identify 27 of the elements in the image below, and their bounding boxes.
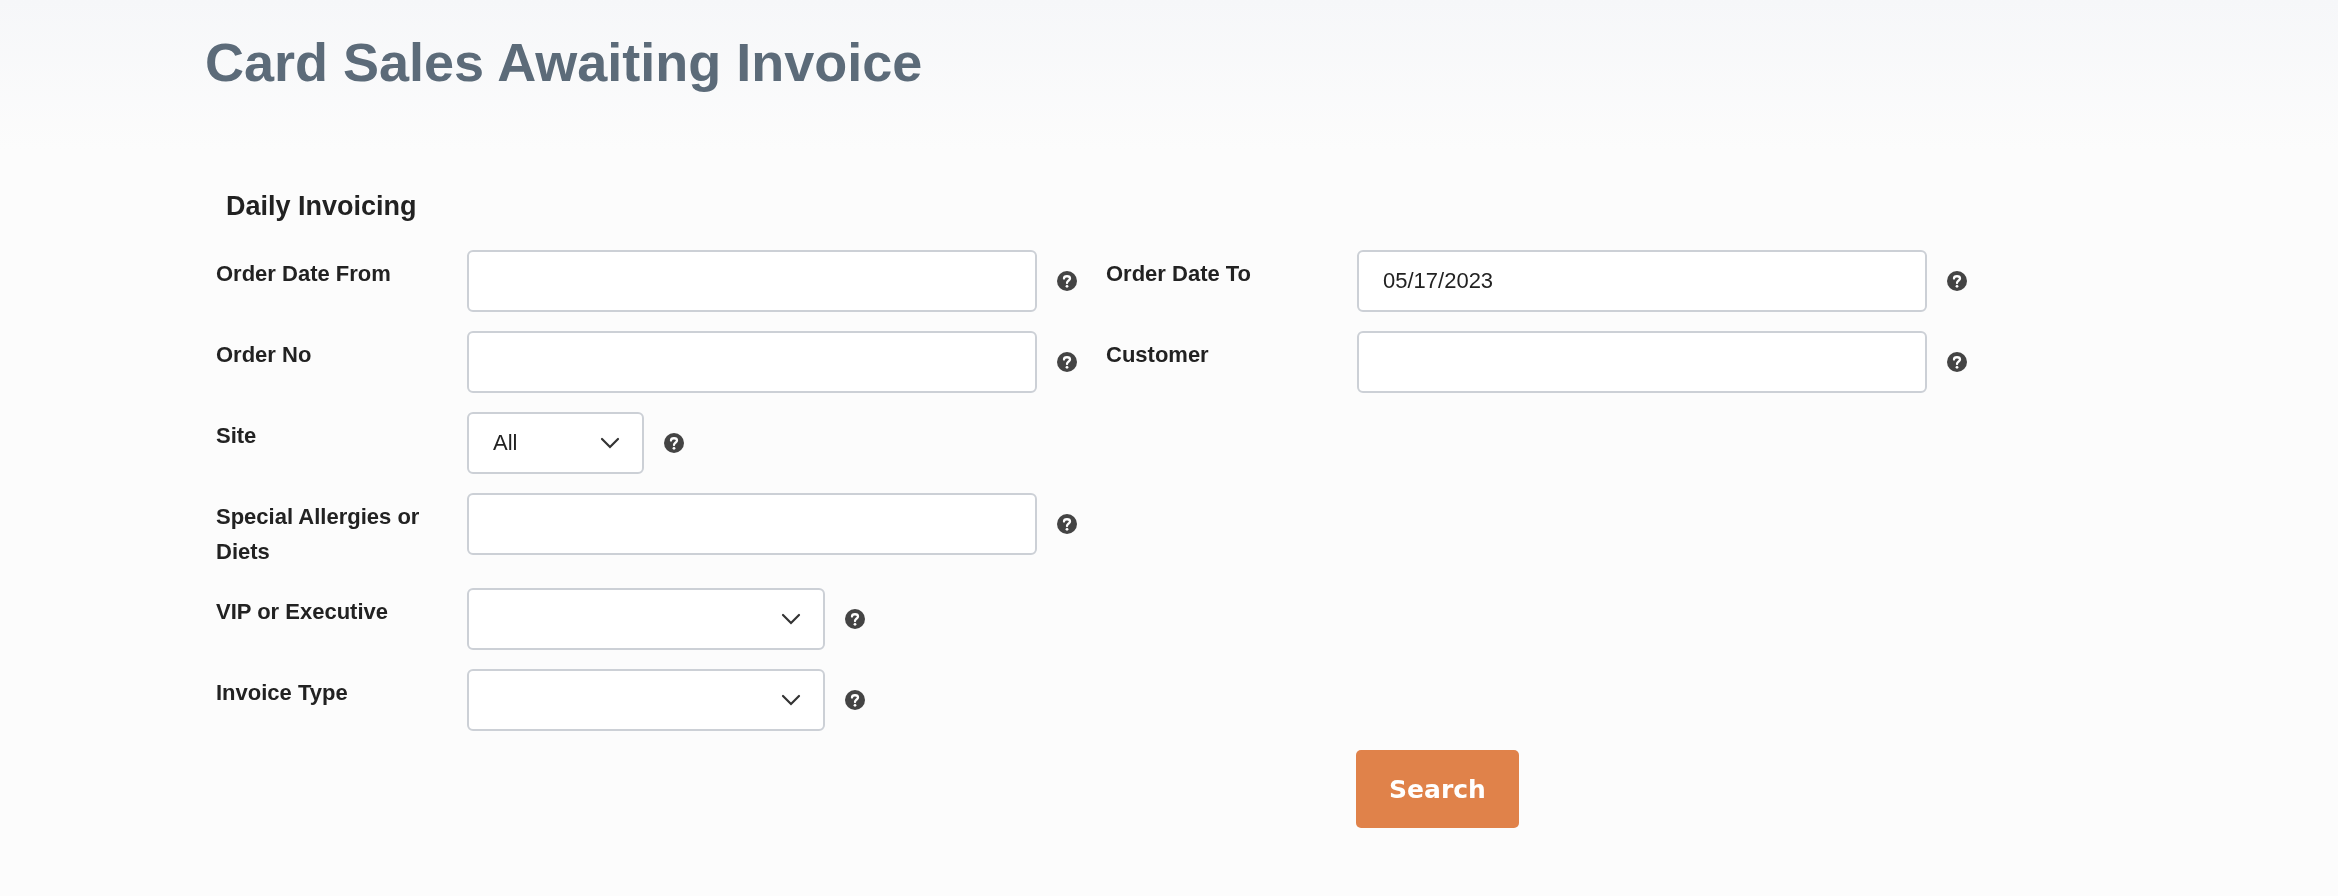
field-label: Order No	[216, 341, 313, 369]
help-icon[interactable]	[1947, 271, 1967, 291]
field-label: Special Allergies or Diets	[216, 503, 421, 566]
input-field[interactable]	[467, 493, 1037, 555]
help-icon[interactable]	[1947, 352, 1967, 372]
help-icon[interactable]	[664, 433, 684, 453]
chevron-down-icon	[781, 694, 801, 706]
help-icon[interactable]	[845, 609, 865, 629]
field-label: Customer	[1106, 341, 1210, 369]
help-icon[interactable]	[845, 690, 865, 710]
dropdown[interactable]: All	[467, 412, 644, 474]
help-icon[interactable]	[1057, 514, 1077, 534]
page-title: Card Sales Awaiting Invoice	[205, 31, 924, 94]
chevron-down-icon	[781, 613, 801, 625]
help-icon[interactable]	[1057, 271, 1077, 291]
field-label: VIP or Executive	[216, 598, 389, 626]
field-label: Order Date From	[216, 260, 392, 288]
field-label: Site	[216, 422, 258, 450]
chevron-down-icon	[600, 437, 620, 449]
help-icon[interactable]	[1057, 352, 1077, 372]
field-label: Order Date To	[1106, 260, 1253, 288]
input-field[interactable]	[467, 250, 1037, 312]
input-field[interactable]: 05/17/2023	[1357, 250, 1927, 312]
section-heading: Daily Invoicing	[226, 190, 418, 223]
input-field[interactable]	[1357, 331, 1927, 393]
field-label: Invoice Type	[216, 679, 349, 707]
input-field[interactable]	[467, 331, 1037, 393]
